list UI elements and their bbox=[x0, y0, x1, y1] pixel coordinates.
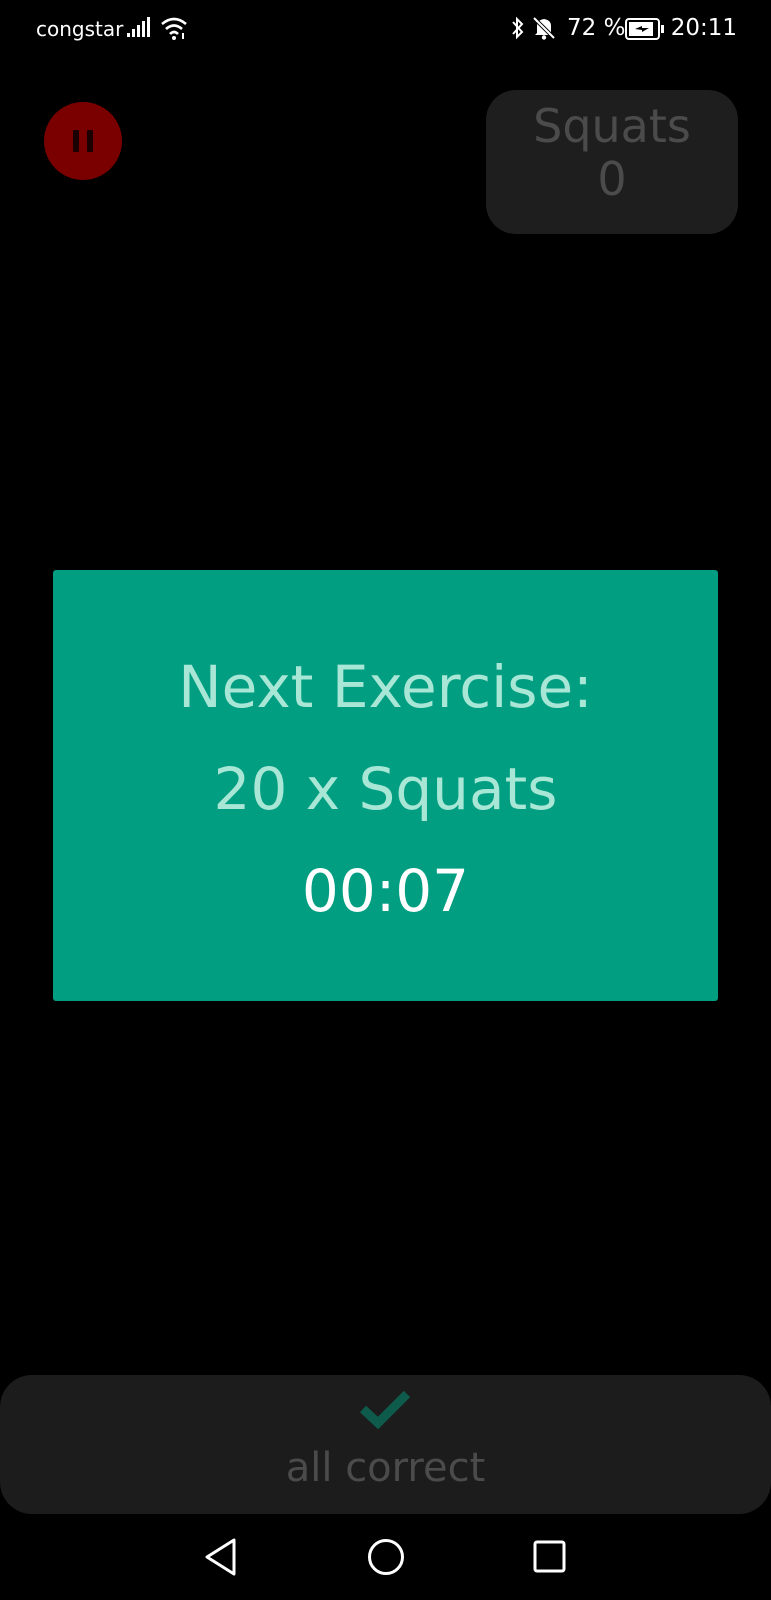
recents-icon[interactable] bbox=[532, 1539, 568, 1579]
feedback-label: all correct bbox=[285, 1445, 486, 1491]
check-icon bbox=[359, 1389, 411, 1433]
pause-icon bbox=[69, 130, 97, 152]
counter-value: 0 bbox=[597, 151, 627, 206]
next-exercise-panel: Next Exercise: 20 x Squats 00:07 bbox=[53, 570, 718, 1001]
counter-exercise-name: Squats bbox=[533, 99, 691, 153]
wifi-icon bbox=[160, 15, 188, 45]
exercise-counter-card: Squats 0 bbox=[486, 90, 738, 234]
bluetooth-icon bbox=[511, 16, 525, 44]
battery-percent: 72 % bbox=[567, 15, 626, 41]
signal-icon bbox=[127, 17, 153, 43]
status-bar: congstar 72 % 20:11 bbox=[0, 0, 771, 60]
bell-off-icon bbox=[531, 15, 557, 45]
clock: 20:11 bbox=[670, 15, 737, 41]
pause-button[interactable] bbox=[44, 102, 122, 180]
carrier-name: congstar bbox=[36, 17, 124, 41]
countdown-timer: 00:07 bbox=[301, 857, 470, 925]
next-exercise-title: Next Exercise: bbox=[178, 653, 593, 721]
navigation-bar bbox=[0, 1520, 771, 1600]
feedback-bar: all correct bbox=[0, 1375, 771, 1514]
battery-charging-icon bbox=[625, 18, 665, 44]
back-icon[interactable] bbox=[203, 1537, 239, 1581]
home-icon[interactable] bbox=[366, 1537, 406, 1581]
next-exercise-name: 20 x Squats bbox=[213, 755, 558, 823]
